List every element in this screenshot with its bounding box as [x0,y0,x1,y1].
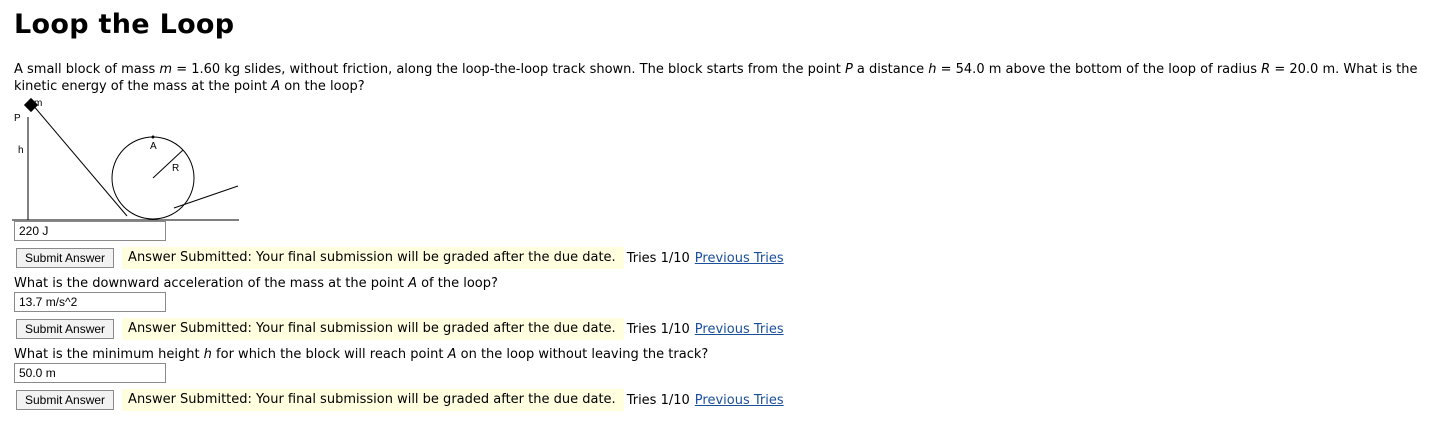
submission-status-2: Answer Submitted: Your final submission … [122,318,624,340]
submission-status-1: Answer Submitted: Your final submission … [122,247,624,269]
point-a-dot [151,135,155,139]
loop-diagram: m P h A R [12,97,239,221]
question-3: What is the minimum height h for which t… [14,347,709,362]
tries-count-3: Tries 1/10 [626,392,690,408]
tries-count-2: Tries 1/10 [626,321,690,337]
answer-field-2[interactable] [14,292,166,312]
label-r: R [172,163,179,174]
previous-tries-link-2[interactable]: Previous Tries [695,322,784,337]
submission-status-3: Answer Submitted: Your final submission … [122,389,624,411]
submit-answer-button-1[interactable]: Submit Answer [16,248,115,268]
page-title: Loop the Loop [14,9,235,40]
answer-field-1[interactable] [14,221,166,241]
question-2: What is the downward acceleration of the… [14,276,498,291]
label-m: m [34,98,42,109]
previous-tries-link-3[interactable]: Previous Tries [695,393,784,408]
tries-count-1: Tries 1/10 [626,250,690,266]
exit-ramp-line [173,185,239,209]
submission-row-2: Submit Answer Answer Submitted: Your fin… [16,318,784,340]
submit-answer-button-2[interactable]: Submit Answer [16,319,115,339]
label-a: A [150,141,157,152]
label-p: P [14,113,21,124]
submission-row-3: Submit Answer Answer Submitted: Your fin… [16,389,784,411]
ramp-line [31,103,128,217]
problem-statement: A small block of mass m = 1.60 kg slides… [14,62,1418,94]
label-h: h [18,145,24,156]
submission-row-1: Submit Answer Answer Submitted: Your fin… [16,247,784,269]
submit-answer-button-3[interactable]: Submit Answer [16,390,115,410]
answer-field-3[interactable] [14,363,166,383]
previous-tries-link-1[interactable]: Previous Tries [695,251,784,266]
